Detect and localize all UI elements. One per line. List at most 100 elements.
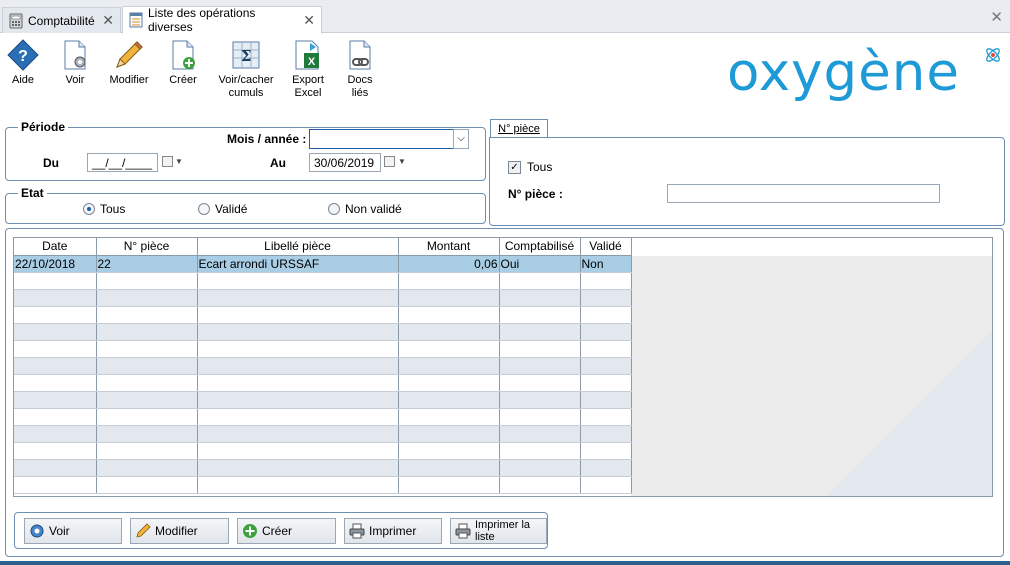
mois-annee-input[interactable] [309,129,454,149]
radio-icon [328,203,340,215]
tab-numero-piece[interactable]: N° pièce [490,119,548,138]
radio-label: Non validé [345,202,402,216]
piece-label: N° pièce : [508,187,563,201]
imprimer-liste-button[interactable]: Imprimer la liste [450,518,547,544]
empty-row[interactable] [14,391,632,409]
au-label: Au [270,156,286,170]
view-gear-icon [30,524,44,538]
etat-radio-valide[interactable]: Validé [198,202,247,216]
tab-comptabilite[interactable]: Comptabilité ✕ [2,7,121,33]
empty-row[interactable] [14,272,632,290]
piece-filter-panel [489,137,1005,226]
column-header-comptabilise[interactable]: Comptabilisé [499,238,581,256]
empty-row[interactable] [14,306,632,324]
modifier-button[interactable]: Modifier [130,518,229,544]
list-document-icon [129,12,143,28]
checkmark-icon: ✓ [508,160,521,174]
toolbar-label: Export Excel [292,74,324,99]
chevron-down-icon[interactable]: ▼ [175,157,183,166]
tous-checkbox[interactable]: ✓ Tous [508,160,552,174]
atom-icon [986,48,1000,62]
close-icon[interactable]: ✕ [303,12,315,29]
tab-label: Liste des opérations diverses [148,6,256,34]
mois-annee-dropdown[interactable]: ⌵ [453,129,469,149]
cell-date: 22/10/2018 [14,255,97,273]
toolbar-label: Créer [169,74,197,86]
toolbar-label: Voir/cacher cumuls [218,74,274,99]
linked-docs-button[interactable]: Docs liés [330,39,390,100]
table-row[interactable]: 22/10/2018 22 Ecart arrondi URSSAF 0,06 … [14,255,632,273]
empty-row[interactable] [14,340,632,358]
checkbox-label: Tous [527,160,553,174]
calendar-icon[interactable] [384,156,395,167]
tab-strip: Comptabilité ✕ Liste des opérations dive… [0,0,1010,34]
oxygene-logo: oxygène [727,42,960,103]
empty-row[interactable] [14,442,632,460]
linked-docs-icon [349,40,371,70]
imprimer-button[interactable]: Imprimer [344,518,442,544]
export-excel-button[interactable]: X Export Excel [278,39,338,100]
empty-row[interactable] [14,323,632,341]
empty-row[interactable] [14,408,632,426]
toolbar-label: Voir [65,74,85,86]
etat-radio-non-valide[interactable]: Non validé [328,202,402,216]
button-label: Voir [49,524,70,538]
creer-button[interactable]: Créer [237,518,336,544]
column-header-montant[interactable]: Montant [398,238,500,256]
plus-circle-icon [243,524,257,538]
calendar-icon[interactable] [162,156,173,167]
close-icon[interactable]: ✕ [990,8,1003,26]
button-label: Modifier [155,524,198,538]
voir-button[interactable]: Voir [24,518,122,544]
table-header: Date N° pièce Libellé pièce Montant Comp… [14,238,632,256]
cell-piece: 22 [96,255,198,273]
button-label: Créer [262,524,293,538]
empty-row[interactable] [14,357,632,375]
button-label: Imprimer la liste [475,519,531,543]
toggle-cumuls-button[interactable]: Σ Voir/cacher cumuls [214,39,278,100]
etat-radio-tous[interactable]: Tous [83,202,125,216]
empty-row[interactable] [14,459,632,477]
status-strip [0,561,1010,565]
printer-icon [349,523,365,539]
pencil-icon [136,523,151,538]
operations-grid[interactable]: Date N° pièce Libellé pièce Montant Comp… [13,237,993,497]
column-header-piece[interactable]: N° pièce [96,238,198,256]
au-date-input[interactable]: 30/06/2019 [309,153,381,172]
tab-label: Comptabilité [28,13,95,28]
printer-icon [455,523,471,539]
cell-montant: 0,06 [398,255,500,273]
chevron-down-icon: ⌵ [457,133,465,144]
svg-text:Σ: Σ [241,47,252,65]
help-icon: ? [7,39,39,71]
empty-row[interactable] [14,289,632,307]
periode-title: Période [18,120,69,134]
tab-liste-operations[interactable]: Liste des opérations diverses ✕ [122,6,322,34]
create-button[interactable]: Créer [153,39,213,87]
piece-input[interactable] [667,184,940,203]
radio-icon [198,203,210,215]
sigma-icon: Σ [232,41,260,69]
modify-button[interactable]: Modifier [99,39,159,87]
empty-row[interactable] [14,476,632,494]
button-label: Imprimer [369,524,417,538]
column-header-libelle[interactable]: Libellé pièce [197,238,399,256]
empty-row[interactable] [14,374,632,392]
column-header-valide[interactable]: Validé [580,238,632,256]
excel-export-icon: X [295,40,319,70]
chevron-down-icon[interactable]: ▼ [398,157,406,166]
close-icon[interactable]: ✕ [102,12,114,29]
etat-title: Etat [18,186,47,200]
radio-label: Validé [215,202,248,216]
du-label: Du [43,156,59,170]
grid-empty-area [631,256,992,496]
column-header-date[interactable]: Date [14,238,97,256]
svg-text:?: ? [18,48,28,65]
du-date-input[interactable]: __/__/____ [87,153,158,172]
empty-row[interactable] [14,425,632,443]
view-button[interactable]: Voir [45,39,105,87]
tab-label: N° pièce [498,123,540,135]
radio-selected-icon [83,203,95,215]
cell-libelle: Ecart arrondi URSSAF [197,255,399,273]
new-document-icon [172,40,195,70]
